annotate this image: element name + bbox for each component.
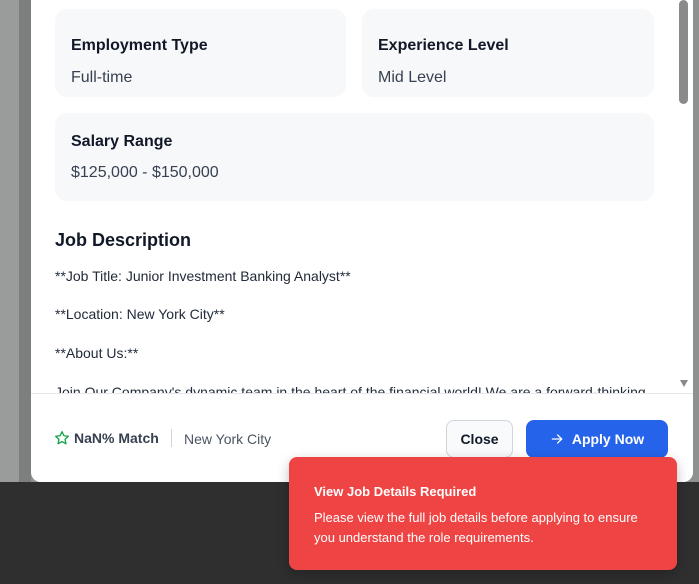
employment-type-value: Full-time xyxy=(71,69,133,86)
description-line: Join Our Company's dynamic team in the h… xyxy=(55,384,646,393)
apply-now-button[interactable]: Apply Now xyxy=(526,420,668,458)
job-details-modal: Employment Type Full-time Experience Lev… xyxy=(31,0,693,482)
apply-now-label: Apply Now xyxy=(571,431,645,447)
arrow-right-icon xyxy=(551,434,563,444)
footer-divider xyxy=(171,429,172,447)
scroll-down-arrow-icon[interactable] xyxy=(680,380,688,387)
toast-title: View Job Details Required xyxy=(314,484,477,499)
description-line: **About Us:** xyxy=(55,345,139,361)
scrollbar-thumb[interactable] xyxy=(679,0,688,104)
error-toast[interactable]: View Job Details Required Please view th… xyxy=(289,457,677,570)
description-line: **Job Title: Junior Investment Banking A… xyxy=(55,268,351,284)
experience-level-card: Experience Level Mid Level xyxy=(362,9,654,97)
star-outline-icon xyxy=(55,431,69,445)
background-panel xyxy=(0,0,21,482)
job-location: New York City xyxy=(184,431,272,447)
salary-range-label: Salary Range xyxy=(71,133,173,150)
close-button[interactable]: Close xyxy=(446,420,513,458)
employment-type-label: Employment Type xyxy=(71,37,208,54)
experience-level-value: Mid Level xyxy=(378,69,447,86)
job-description-title: Job Description xyxy=(55,230,192,250)
description-line: **Location: New York City** xyxy=(55,306,225,322)
salary-range-card: Salary Range $125,000 - $150,000 xyxy=(55,113,654,201)
employment-type-card: Employment Type Full-time xyxy=(55,9,346,97)
salary-range-value: $125,000 - $150,000 xyxy=(71,164,219,181)
match-score: NaN% Match xyxy=(54,430,159,446)
match-score-label: NaN% Match xyxy=(74,430,159,446)
toast-message: Please view the full job details before … xyxy=(314,510,638,545)
background-panel-edge xyxy=(19,0,31,482)
experience-level-label: Experience Level xyxy=(378,37,509,54)
modal-content[interactable]: Employment Type Full-time Experience Lev… xyxy=(31,0,677,393)
